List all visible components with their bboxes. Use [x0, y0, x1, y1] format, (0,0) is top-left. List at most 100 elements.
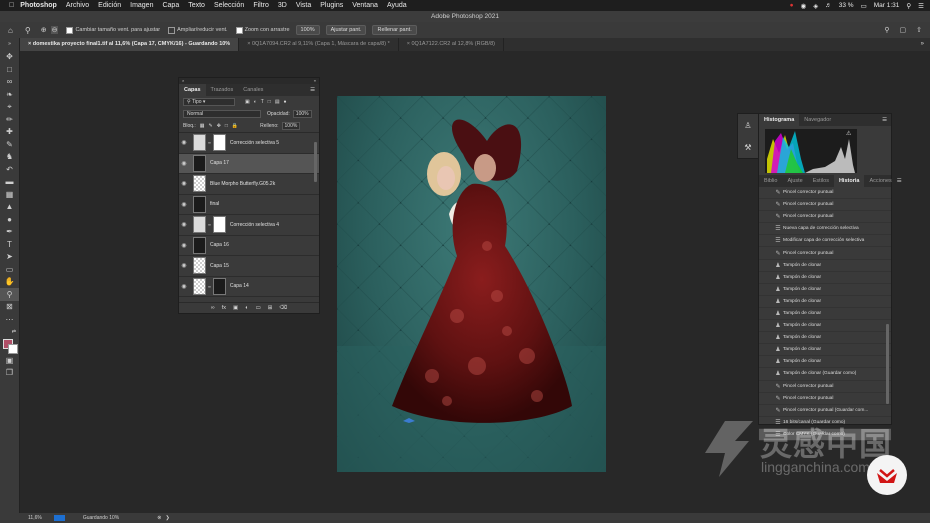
layer-row[interactable]: ◉ final: [179, 195, 319, 215]
marquee-tool-icon[interactable]: □: [0, 63, 19, 76]
lasso-tool-icon[interactable]: ∞: [0, 76, 19, 89]
tab-domestika-proyecto[interactable]: × domestika proyecto final1.tif al 11,6%…: [20, 38, 240, 51]
menu-filter[interactable]: Filtro: [253, 2, 269, 9]
volume-icon[interactable]: ♬: [825, 2, 832, 9]
dodge-tool-icon[interactable]: ●: [0, 213, 19, 226]
menu-view[interactable]: Vista: [296, 2, 311, 9]
tab-adjustments[interactable]: Ajuste: [782, 175, 807, 187]
zoom-100-button[interactable]: 100%: [295, 25, 320, 35]
collapse-icon[interactable]: »: [0, 38, 19, 51]
history-item[interactable]: ✎ Pincel corrector puntual: [759, 247, 891, 260]
eye-icon[interactable]: ◉: [179, 139, 189, 146]
panel-menu-icon[interactable]: ☰: [897, 175, 906, 187]
warning-icon[interactable]: ⚠: [846, 130, 851, 137]
expand-icon[interactable]: ❯: [165, 515, 169, 521]
history-scrollbar[interactable]: [886, 324, 889, 404]
layer-row[interactable]: ◉ Capa 15: [179, 256, 319, 277]
history-brush-tool-icon[interactable]: ↶: [0, 163, 19, 176]
history-item[interactable]: ✎ Pincel corrector puntual: [759, 187, 891, 200]
color-swatches[interactable]: [0, 338, 19, 354]
new-group-icon[interactable]: ▭: [256, 305, 261, 311]
link-layers-icon[interactable]: ∞: [211, 305, 215, 311]
share-icon[interactable]: ⇧: [916, 26, 922, 34]
tab-styles[interactable]: Estilos: [808, 175, 834, 187]
healing-tool-icon[interactable]: ✚: [0, 126, 19, 139]
panel-menu-icon[interactable]: ☰: [310, 84, 319, 96]
brush-tool-icon[interactable]: ✎: [0, 138, 19, 151]
history-item[interactable]: ♟ Tampón de clonar: [759, 356, 891, 369]
wifi-icon[interactable]: ◈: [813, 2, 818, 10]
history-item[interactable]: ♟ Tampón de clonar: [759, 260, 891, 272]
scrubby-zoom-checkbox[interactable]: Zoom con arrastre: [235, 26, 290, 34]
history-item[interactable]: ♟ Tampón de clonar: [759, 320, 891, 333]
menu-3d[interactable]: 3D: [278, 2, 287, 9]
history-item[interactable]: ♟ Tampón de clonar: [759, 272, 891, 284]
tab-0q1a7094[interactable]: × 0Q1A7094.CR2 al 9,11% (Capa 1, Máscara…: [239, 38, 399, 51]
swap-colors-icon[interactable]: ⇄: [0, 326, 19, 339]
zoom-tool-icon[interactable]: ⚲: [0, 288, 19, 301]
add-mask-icon[interactable]: ▣: [233, 305, 238, 311]
status-record-icon[interactable]: ●: [790, 2, 794, 9]
trash-icon[interactable]: ⌫: [279, 305, 287, 311]
history-item[interactable]: ♟ Tampón de clonar: [759, 344, 891, 357]
tab-layers[interactable]: Capas: [179, 84, 206, 96]
history-item[interactable]: ☰ Modificar capa de corrección selectiva: [759, 235, 891, 248]
eye-icon[interactable]: ◉: [179, 221, 189, 228]
fx-icon[interactable]: fx: [222, 305, 226, 311]
fill-screen-button[interactable]: Rellenar pant.: [372, 25, 417, 35]
move-tool-icon[interactable]: ✥: [0, 51, 19, 64]
cancel-save-icon[interactable]: ⊗: [157, 515, 161, 521]
opacity-input[interactable]: 100%: [292, 110, 312, 118]
screen-mode-icon[interactable]: ❐: [0, 367, 19, 380]
home-icon[interactable]: ⌂: [8, 26, 13, 35]
layer-row[interactable]: ◉ ∞ Corrección selectiva 5: [179, 133, 319, 154]
eye-icon[interactable]: ◉: [179, 160, 189, 167]
menu-type[interactable]: Texto: [188, 2, 205, 9]
status-app-icon[interactable]: ◉: [801, 2, 807, 10]
history-item[interactable]: ☰ Nueva capa de corrección selectiva: [759, 223, 891, 236]
menu-plugins[interactable]: Plugins: [320, 2, 343, 9]
shape-tool-icon[interactable]: ▭: [0, 263, 19, 276]
eyedropper-tool-icon[interactable]: ✏: [0, 113, 19, 126]
blend-mode-select[interactable]: Normal: [183, 110, 261, 118]
history-item[interactable]: ♟ Tampón de clonar (Guardar como): [759, 368, 891, 381]
history-item[interactable]: ✎ Pincel corrector puntual: [759, 199, 891, 212]
eye-icon[interactable]: ◉: [179, 242, 189, 249]
control-center-icon[interactable]: ☰: [918, 2, 924, 10]
history-item[interactable]: ♟ Tampón de clonar: [759, 296, 891, 308]
zoom-all-checkbox[interactable]: Ampliar/reducir vent.: [168, 26, 228, 34]
fit-screen-button[interactable]: Ajustar pant.: [325, 25, 367, 35]
panel-menu-icon[interactable]: ☰: [882, 114, 891, 126]
menubar-clock[interactable]: Mar 1:31: [874, 2, 900, 9]
menu-file[interactable]: Archivo: [66, 2, 89, 9]
layer-row[interactable]: ◉ Capa 17: [179, 153, 319, 174]
menu-app-name[interactable]: Photoshop: [20, 2, 57, 9]
zoom-in-icon[interactable]: ⊕: [41, 26, 47, 34]
fill-input[interactable]: 100%: [281, 122, 301, 130]
tab-navigator[interactable]: Navegador: [799, 114, 836, 126]
history-item[interactable]: ✎ Pincel corrector puntual: [759, 211, 891, 224]
tab-libraries[interactable]: Biblio: [759, 175, 782, 187]
zoom-out-icon[interactable]: ⊖: [50, 26, 59, 34]
zoom-level[interactable]: 11,6%: [28, 515, 42, 521]
spotlight-icon[interactable]: ⚲: [906, 2, 911, 10]
eye-icon[interactable]: ◉: [179, 262, 189, 269]
apple-icon[interactable]: : [9, 2, 14, 9]
frame-tool-icon[interactable]: ⊠: [0, 301, 19, 314]
eye-icon[interactable]: ◉: [179, 180, 189, 187]
eye-icon[interactable]: ◉: [179, 201, 189, 208]
blur-tool-icon[interactable]: ▲: [0, 201, 19, 214]
tab-close-icon[interactable]: ×: [28, 41, 31, 47]
adjustment-layer-icon[interactable]: ◐: [245, 305, 248, 311]
eye-icon[interactable]: ◉: [179, 283, 189, 290]
more-tools-icon[interactable]: ⋯: [0, 313, 19, 326]
tab-history[interactable]: Historia: [833, 175, 865, 187]
menu-window[interactable]: Ventana: [352, 2, 378, 9]
document-canvas[interactable]: [337, 96, 606, 472]
history-item[interactable]: ✎ Pincel corrector puntual: [759, 381, 891, 393]
history-item[interactable]: ♟ Tampón de clonar: [759, 284, 891, 296]
menu-edit[interactable]: Edición: [98, 2, 121, 9]
workspace-icon[interactable]: ▢: [900, 26, 907, 34]
quick-mask-icon[interactable]: ▣: [0, 354, 19, 367]
zoom-tool-icon[interactable]: ⚲: [25, 26, 31, 35]
